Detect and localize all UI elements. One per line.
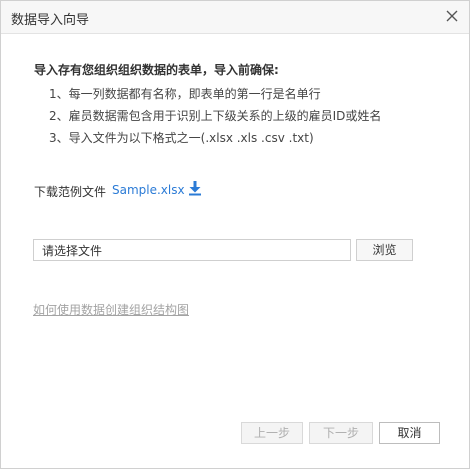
download-icon[interactable] [187, 180, 203, 196]
help-link-create-org-chart[interactable]: 如何使用数据创建组织结构图 [33, 301, 189, 318]
download-sample-label: 下载范例文件 [34, 185, 107, 199]
next-step-button[interactable]: 下一步 [309, 422, 373, 444]
instruction-rule-2: 2、雇员数据需包含用于识别上下级关系的上级的雇员ID或姓名 [49, 109, 382, 123]
cancel-button[interactable]: 取消 [379, 422, 440, 444]
instruction-rule-3: 3、导入文件为以下格式之一(.xlsx .xls .csv .txt) [49, 131, 314, 145]
import-wizard-dialog: 数据导入向导 导入存有您组织组织数据的表单，导入前确保: 1、每一列数据都有名称… [0, 0, 470, 469]
sample-file-link[interactable]: Sample.xlsx [112, 183, 185, 197]
close-icon[interactable] [442, 6, 462, 26]
instruction-rule-1: 1、每一列数据都有名称，即表单的第一行是名单行 [49, 87, 321, 101]
prev-step-button[interactable]: 上一步 [241, 422, 303, 444]
dialog-titlebar: 数据导入向导 [1, 1, 469, 34]
file-path-input[interactable] [33, 239, 351, 261]
dialog-title: 数据导入向导 [11, 13, 90, 28]
browse-button[interactable]: 浏览 [356, 239, 413, 261]
instructions-heading: 导入存有您组织组织数据的表单，导入前确保: [34, 63, 279, 77]
